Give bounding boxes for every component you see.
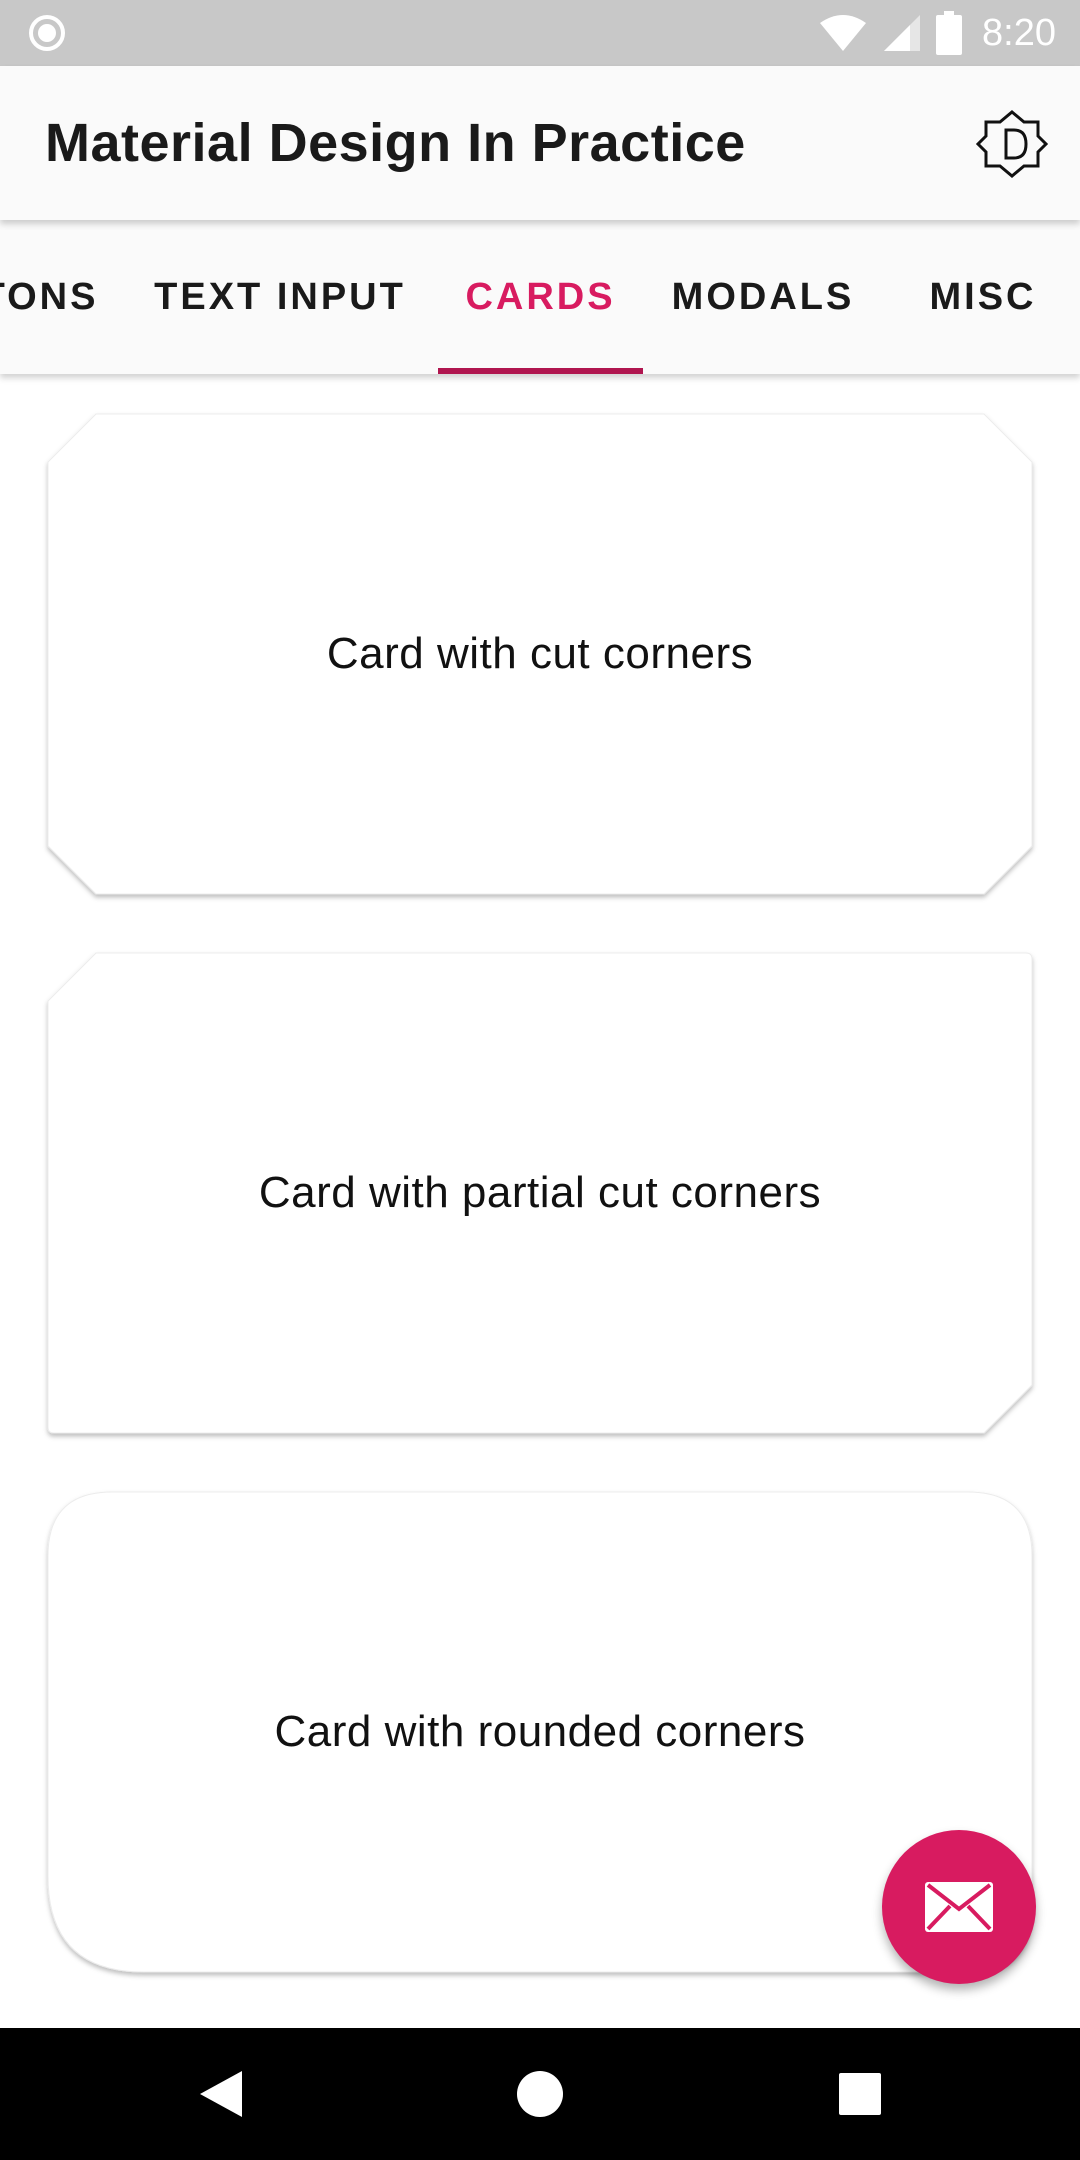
email-fab-button[interactable] xyxy=(882,1830,1036,1984)
tab-modals[interactable]: MODALS xyxy=(663,220,863,374)
home-icon xyxy=(517,2071,563,2117)
email-icon xyxy=(925,1882,993,1932)
status-time: 8:20 xyxy=(982,11,1056,54)
page-title: Material Design In Practice xyxy=(45,113,746,173)
card-label: Card with cut corners xyxy=(326,629,754,678)
notification-circle-icon xyxy=(29,15,65,51)
status-icons: 8:20 xyxy=(818,0,1056,66)
tab-indicator xyxy=(438,368,643,374)
tab-text-input[interactable]: TEXT INPUT xyxy=(140,220,420,374)
tab-cards[interactable]: CARDS xyxy=(438,220,643,374)
battery-icon xyxy=(936,11,963,55)
wifi-icon xyxy=(820,15,867,51)
screen: 8:20 Material Design In Practice TONS TE… xyxy=(0,0,1080,2160)
tab-buttons[interactable]: TONS xyxy=(0,220,110,374)
system-nav-bar xyxy=(0,2028,1080,2160)
card-partial-cut-corners[interactable]: Card with partial cut corners xyxy=(47,952,1033,1434)
back-button[interactable] xyxy=(154,2028,286,2160)
recents-button[interactable] xyxy=(794,2028,926,2160)
cellular-signal-icon xyxy=(884,15,921,51)
theme-toggle-icon[interactable] xyxy=(976,108,1048,180)
app-bar: Material Design In Practice xyxy=(0,66,1080,220)
tab-bar: TONS TEXT INPUT CARDS MODALS MISC xyxy=(0,220,1080,374)
home-button[interactable] xyxy=(474,2028,606,2160)
cards-list: Card with cut corners Card with partial … xyxy=(0,374,1080,2028)
card-label: Card with partial cut corners xyxy=(258,1168,822,1217)
back-icon xyxy=(200,2071,242,2117)
status-bar: 8:20 xyxy=(0,0,1080,66)
recents-icon xyxy=(839,2073,881,2115)
tab-misc[interactable]: MISC xyxy=(913,220,1053,374)
card-cut-corners[interactable]: Card with cut corners xyxy=(47,413,1033,895)
